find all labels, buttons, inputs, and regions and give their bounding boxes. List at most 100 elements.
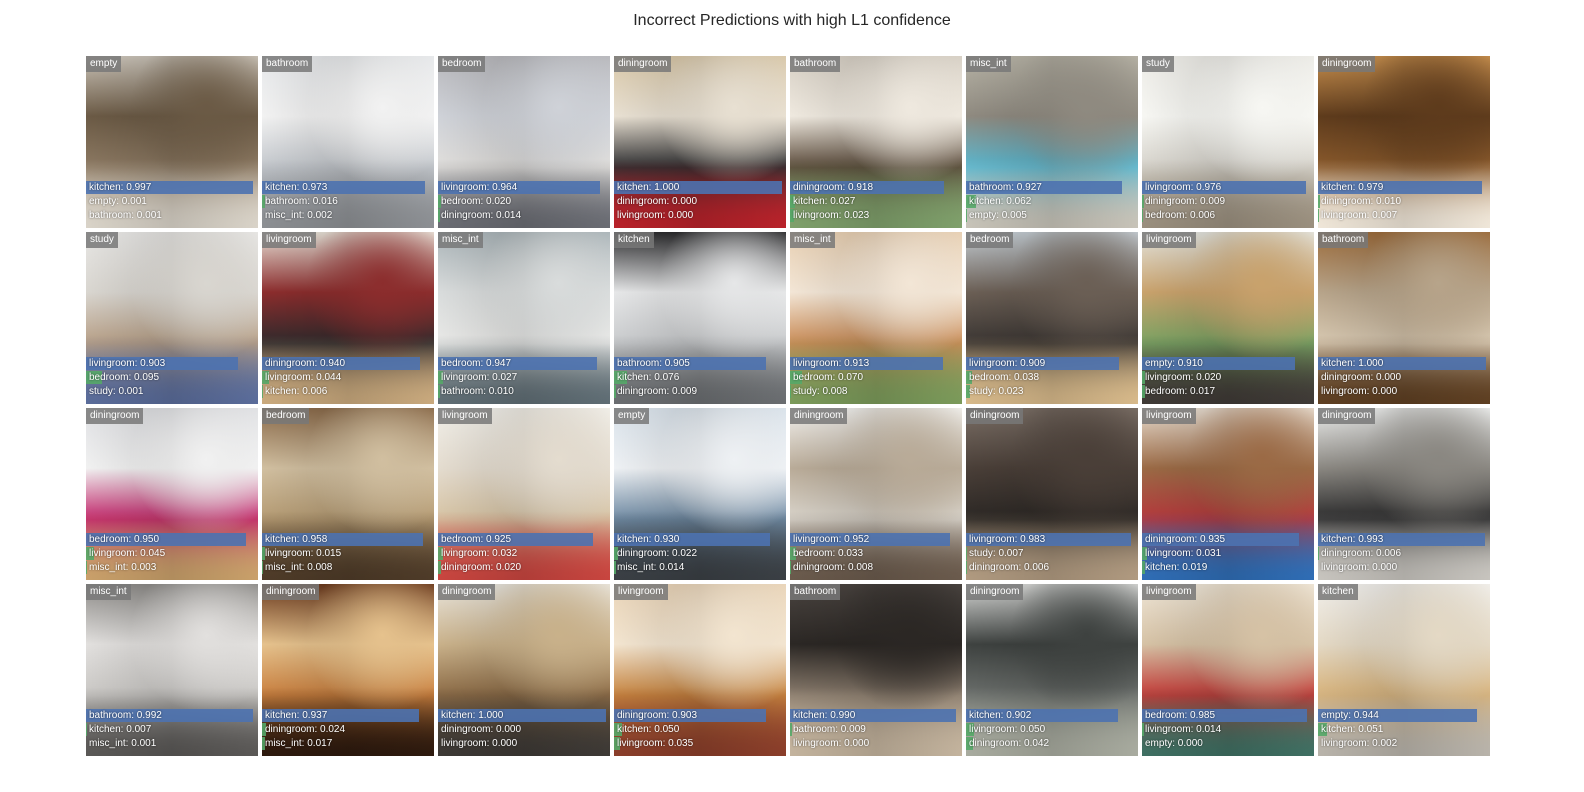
prediction-row: bathroom: 0.001	[86, 209, 258, 222]
true-label: kitchen	[614, 232, 654, 248]
prediction-text: livingroom: 0.000	[793, 738, 870, 749]
prediction-row: diningroom: 0.014	[438, 209, 610, 222]
prediction-text: diningroom: 0.014	[441, 210, 522, 221]
image-tile: livingroom diningroom: 0.940 livingroom: 0…	[262, 232, 434, 404]
prediction-text: kitchen: 0.076	[617, 372, 680, 383]
true-label: livingroom	[262, 232, 316, 248]
image-tile: bedroom kitchen: 0.958 livingroom: 0.015 mi…	[262, 408, 434, 580]
prediction-row: study: 0.023	[966, 385, 1138, 398]
true-label: bedroom	[262, 408, 310, 424]
prediction-row: kitchen: 0.050	[614, 723, 786, 736]
prediction-row: study: 0.008	[790, 385, 962, 398]
prediction-row: kitchen: 0.993	[1318, 533, 1490, 546]
prediction-row: diningroom: 0.022	[614, 547, 786, 560]
image-tile: misc_int bedroom: 0.947 livingroom: 0.027 b…	[438, 232, 610, 404]
prediction-row: diningroom: 0.000	[614, 195, 786, 208]
prediction-text: study: 0.007	[969, 548, 1024, 559]
prediction-row: bedroom: 0.038	[966, 371, 1138, 384]
prediction-row: empty: 0.000	[1142, 737, 1314, 750]
prediction-row: diningroom: 0.024	[262, 723, 434, 736]
image-tile: misc_int livingroom: 0.913 bedroom: 0.070 s…	[790, 232, 962, 404]
prediction-text: livingroom: 0.044	[265, 372, 342, 383]
prediction-row: livingroom: 0.952	[790, 533, 962, 546]
prediction-row: livingroom: 0.027	[438, 371, 610, 384]
true-label: diningroom	[966, 408, 1024, 424]
prediction-row: diningroom: 0.940	[262, 357, 434, 370]
prediction-text: diningroom: 0.006	[1321, 548, 1402, 559]
prediction-row: bathroom: 0.927	[966, 181, 1138, 194]
prediction-text: misc_int: 0.008	[265, 562, 333, 573]
true-label: study	[86, 232, 118, 248]
prediction-text: bedroom: 0.925	[441, 534, 512, 545]
prediction-text: bedroom: 0.020	[441, 196, 512, 207]
prediction-text: kitchen: 0.973	[265, 182, 328, 193]
image-tile: diningroom livingroom: 0.952 bedroom: 0.03…	[790, 408, 962, 580]
prediction-row: livingroom: 0.014	[1142, 723, 1314, 736]
prediction-row: livingroom: 0.050	[966, 723, 1138, 736]
prediction-row: livingroom: 0.015	[262, 547, 434, 560]
prediction-text: diningroom: 0.008	[793, 562, 874, 573]
prediction-row: bedroom: 0.925	[438, 533, 610, 546]
prediction-row: livingroom: 0.000	[438, 737, 610, 750]
true-label: misc_int	[966, 56, 1011, 72]
image-tile: livingroom bedroom: 0.985 livingroom: 0.01…	[1142, 584, 1314, 756]
image-tile: diningroom kitchen: 1.000 diningroom: 0.00…	[614, 56, 786, 228]
prediction-row: bathroom: 0.905	[614, 357, 786, 370]
true-label: diningroom	[438, 584, 496, 600]
prediction-text: diningroom: 0.010	[1321, 196, 1402, 207]
image-tile: kitchen empty: 0.944 kitchen: 0.051 livingr…	[1318, 584, 1490, 756]
image-tile: empty kitchen: 0.997 empty: 0.001 bathroom:…	[86, 56, 258, 228]
prediction-text: diningroom: 0.940	[265, 358, 346, 369]
prediction-text: livingroom: 0.045	[89, 548, 166, 559]
prediction-row: livingroom: 0.000	[1318, 561, 1490, 574]
prediction-row: study: 0.001	[86, 385, 258, 398]
image-tile: diningroom bedroom: 0.950 livingroom: 0.04…	[86, 408, 258, 580]
prediction-row: misc_int: 0.008	[262, 561, 434, 574]
prediction-row: kitchen: 0.979	[1318, 181, 1490, 194]
true-label: livingroom	[1142, 232, 1196, 248]
prediction-text: study: 0.023	[969, 386, 1024, 397]
prediction-text: bedroom: 0.017	[1145, 386, 1216, 397]
prediction-row: kitchen: 0.019	[1142, 561, 1314, 574]
prediction-text: livingroom: 0.952	[793, 534, 870, 545]
image-tile: bathroom diningroom: 0.918 kitchen: 0.027 l…	[790, 56, 962, 228]
prediction-text: misc_int: 0.014	[617, 562, 685, 573]
prediction-text: livingroom: 0.007	[1321, 210, 1398, 221]
prediction-row: kitchen: 0.062	[966, 195, 1138, 208]
prediction-row: livingroom: 0.983	[966, 533, 1138, 546]
prediction-text: diningroom: 0.020	[441, 562, 522, 573]
prediction-row: kitchen: 0.937	[262, 709, 434, 722]
prediction-row: kitchen: 0.076	[614, 371, 786, 384]
prediction-text: livingroom: 0.000	[617, 210, 694, 221]
prediction-row: kitchen: 0.990	[790, 709, 962, 722]
prediction-row: livingroom: 0.000	[614, 209, 786, 222]
prediction-row: kitchen: 0.007	[86, 723, 258, 736]
true-label: misc_int	[86, 584, 131, 600]
prediction-row: diningroom: 0.008	[790, 561, 962, 574]
image-tile: bathroom kitchen: 1.000 diningroom: 0.000 l…	[1318, 232, 1490, 404]
prediction-text: kitchen: 0.993	[1321, 534, 1384, 545]
true-label: bedroom	[966, 232, 1014, 248]
true-label: bathroom	[790, 56, 841, 72]
prediction-text: kitchen: 0.050	[617, 724, 680, 735]
prediction-row: livingroom: 0.002	[1318, 737, 1490, 750]
true-label: misc_int	[790, 232, 835, 248]
prediction-row: kitchen: 0.902	[966, 709, 1138, 722]
image-tile: study livingroom: 0.976 diningroom: 0.009 b…	[1142, 56, 1314, 228]
prediction-row: kitchen: 1.000	[614, 181, 786, 194]
prediction-text: kitchen: 0.051	[1321, 724, 1384, 735]
prediction-row: bedroom: 0.950	[86, 533, 258, 546]
prediction-row: kitchen: 1.000	[438, 709, 610, 722]
image-tile: study livingroom: 0.903 bedroom: 0.095 stud…	[86, 232, 258, 404]
image-tile: diningroom kitchen: 0.902 livingroom: 0.05…	[966, 584, 1138, 756]
true-label: livingroom	[1142, 408, 1196, 424]
true-label: diningroom	[790, 408, 848, 424]
prediction-row: diningroom: 0.009	[614, 385, 786, 398]
prediction-text: diningroom: 0.000	[617, 196, 698, 207]
prediction-row: empty: 0.910	[1142, 357, 1314, 370]
prediction-row: bathroom: 0.016	[262, 195, 434, 208]
prediction-text: kitchen: 0.979	[1321, 182, 1384, 193]
prediction-text: diningroom: 0.000	[1321, 372, 1402, 383]
prediction-text: empty: 0.000	[1145, 738, 1203, 749]
prediction-row: bathroom: 0.010	[438, 385, 610, 398]
